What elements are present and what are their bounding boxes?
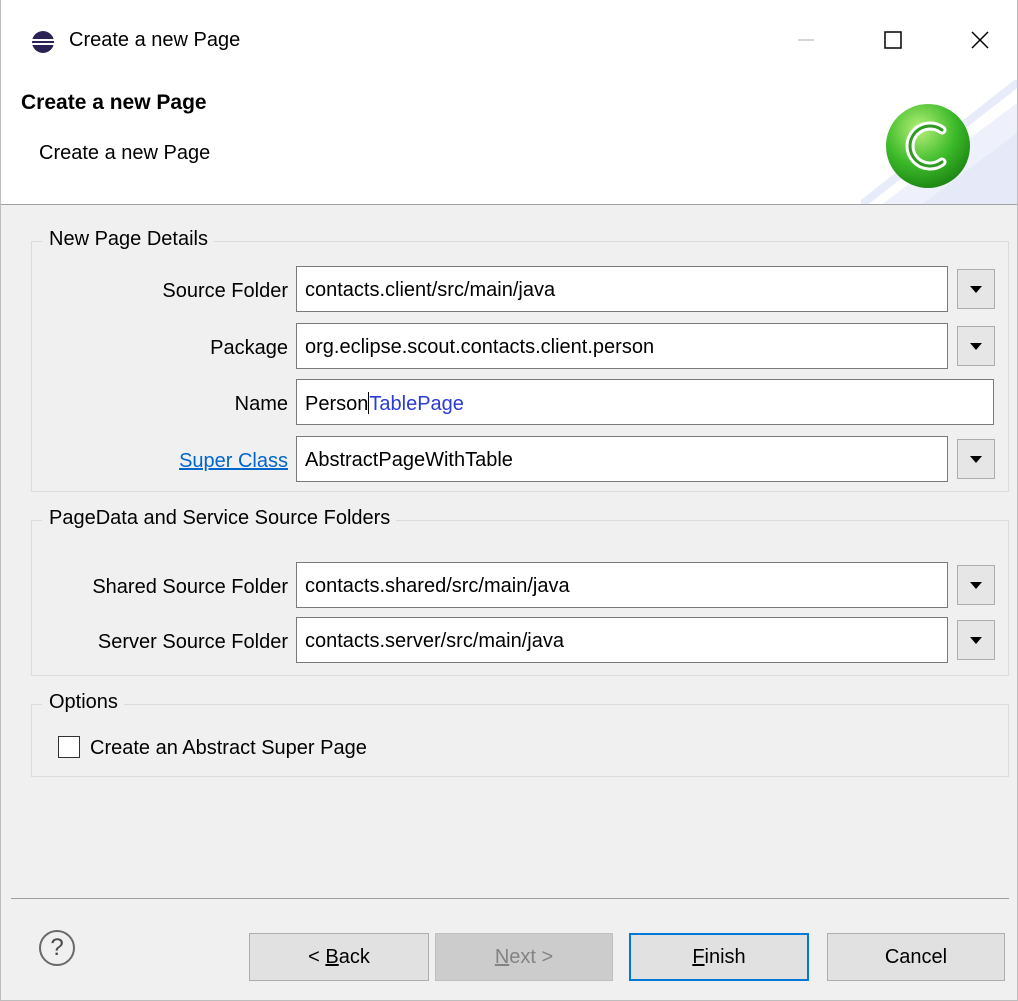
super-class-field[interactable]: AbstractPageWithTable <box>296 436 948 482</box>
source-folder-dropdown[interactable] <box>957 269 995 309</box>
next-button[interactable]: Next > <box>435 933 613 981</box>
window-title: Create a new Page <box>69 29 241 51</box>
help-button[interactable]: ? <box>39 930 75 966</box>
shared-source-folder-dropdown[interactable] <box>957 565 995 605</box>
chevron-down-icon <box>970 636 982 644</box>
super-class-link[interactable]: Super Class <box>112 450 288 473</box>
button-bar-separator <box>11 898 1009 899</box>
chevron-down-icon <box>970 342 982 350</box>
help-icon: ? <box>50 934 64 961</box>
abstract-super-page-checkbox[interactable] <box>58 736 80 758</box>
name-label: Name <box>234 393 288 415</box>
server-source-folder-field[interactable]: contacts.server/src/main/java <box>296 617 948 663</box>
maximize-button[interactable] <box>858 0 928 80</box>
name-value-text: Person <box>305 393 369 415</box>
page-title: Create a new Page <box>21 91 207 114</box>
chevron-down-icon <box>970 455 982 463</box>
package-dropdown[interactable] <box>957 326 995 366</box>
finish-button[interactable]: Finish <box>629 933 809 981</box>
dialog-window: Create a new Page Create a new Page Crea… <box>0 0 1018 1001</box>
next-mnemonic: N <box>494 945 510 968</box>
finish-button-label: inish <box>704 945 746 968</box>
finish-mnemonic: F <box>692 945 705 968</box>
shared-source-folder-field[interactable]: contacts.shared/src/main/java <box>296 562 948 608</box>
chevron-down-icon <box>970 581 982 589</box>
shared-source-folder-label: Shared Source Folder <box>92 576 288 598</box>
back-button-label: ack <box>338 945 370 968</box>
name-field[interactable]: PersonTablePage <box>296 379 994 425</box>
close-button[interactable] <box>945 0 1015 80</box>
server-source-folder-dropdown[interactable] <box>957 620 995 660</box>
source-folder-field[interactable]: contacts.client/src/main/java <box>296 266 948 312</box>
super-class-link-text[interactable]: Super Class <box>179 450 288 472</box>
group-title: PageData and Service Source Folders <box>42 507 397 530</box>
pagedata-service-group: PageData and Service Source Folders Shar… <box>31 507 1009 676</box>
options-group: Options Create an Abstract Super Page <box>31 691 1009 777</box>
close-icon <box>971 31 989 49</box>
source-folder-label: Source Folder <box>162 280 288 302</box>
group-title: New Page Details <box>42 228 214 251</box>
cancel-button[interactable]: Cancel <box>827 933 1005 981</box>
back-button[interactable]: < Back <box>249 933 429 981</box>
package-label: Package <box>210 337 288 359</box>
cancel-button-label: Cancel <box>884 945 948 968</box>
abstract-super-page-label[interactable]: Create an Abstract Super Page <box>90 737 367 760</box>
server-source-folder-label: Server Source Folder <box>97 631 288 653</box>
wizard-banner: Create a new Page Create a new Page <box>1 80 1017 205</box>
minimize-button[interactable] <box>771 0 841 80</box>
page-description: Create a new Page <box>39 142 211 164</box>
package-field[interactable]: org.eclipse.scout.contacts.client.person <box>296 323 948 369</box>
super-class-dropdown[interactable] <box>957 439 995 479</box>
new-page-details-group: New Page Details Source Folder contacts.… <box>31 228 1009 492</box>
minimize-icon <box>798 39 814 41</box>
back-button-prefix: < <box>308 945 326 968</box>
chevron-down-icon <box>970 285 982 293</box>
back-mnemonic: B <box>325 945 339 968</box>
maximize-icon <box>884 31 902 49</box>
scout-c-logo-icon <box>886 104 970 188</box>
next-button-label: ext > <box>509 945 554 968</box>
eclipse-icon <box>32 31 54 53</box>
group-title: Options <box>42 691 124 714</box>
name-selected-text: TablePage <box>369 393 464 415</box>
title-bar[interactable]: Create a new Page <box>1 0 1017 80</box>
